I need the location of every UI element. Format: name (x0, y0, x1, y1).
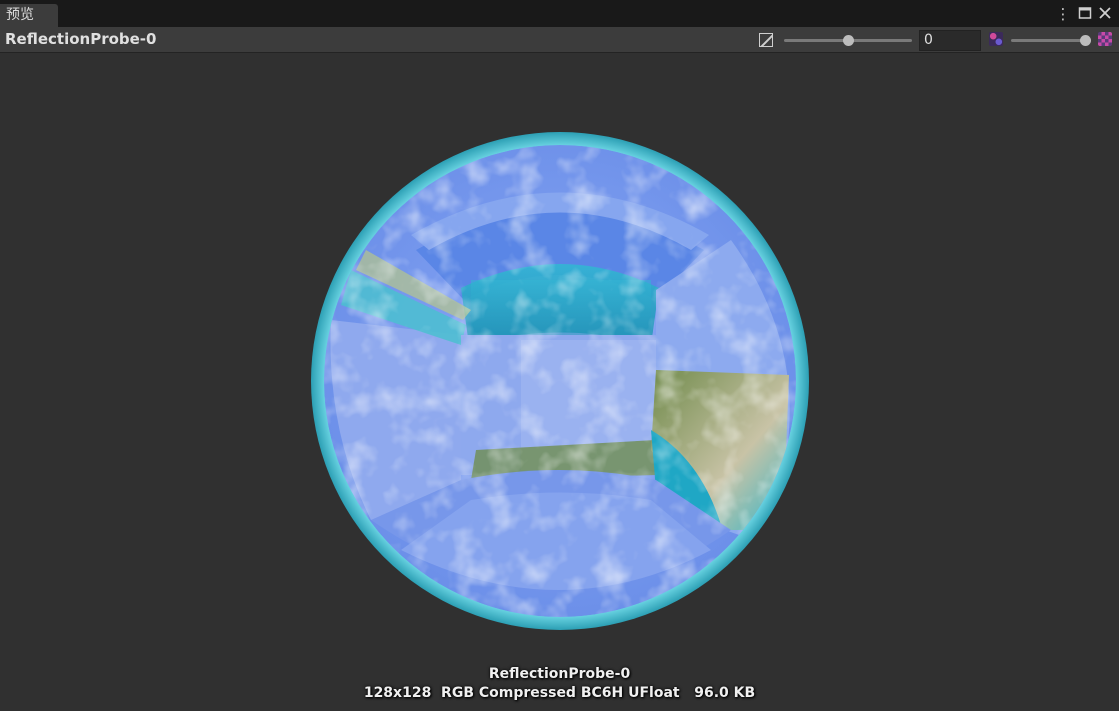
close-icon[interactable] (1097, 6, 1113, 22)
texture-info-label: 128x128 RGB Compressed BC6H UFloat 96.0 … (363, 685, 756, 701)
mip-slider-handle[interactable] (1080, 35, 1091, 46)
preview-title: ReflectionProbe-0 (5, 30, 157, 48)
mip-low-icon (989, 32, 1003, 46)
kebab-menu-icon[interactable]: ⋮ (1055, 6, 1071, 22)
exposure-icon (759, 33, 773, 47)
mip-level-field[interactable]: 0 (919, 30, 981, 51)
mip-high-icon (1098, 32, 1112, 46)
tab-bar: 预览 ⋮ (0, 0, 1119, 27)
exposure-slider[interactable] (784, 35, 912, 46)
tab-preview[interactable]: 预览 (0, 4, 58, 27)
exposure-slider-handle[interactable] (842, 35, 854, 46)
tab-label: 预览 (6, 7, 34, 23)
reflection-probe-sphere[interactable] (311, 130, 809, 632)
preview-object-name: ReflectionProbe-0 (488, 666, 631, 682)
mip-slider[interactable] (1011, 35, 1091, 46)
preview-toolbar: ReflectionProbe-0 0 (0, 27, 1119, 53)
maximize-icon[interactable] (1077, 6, 1093, 22)
